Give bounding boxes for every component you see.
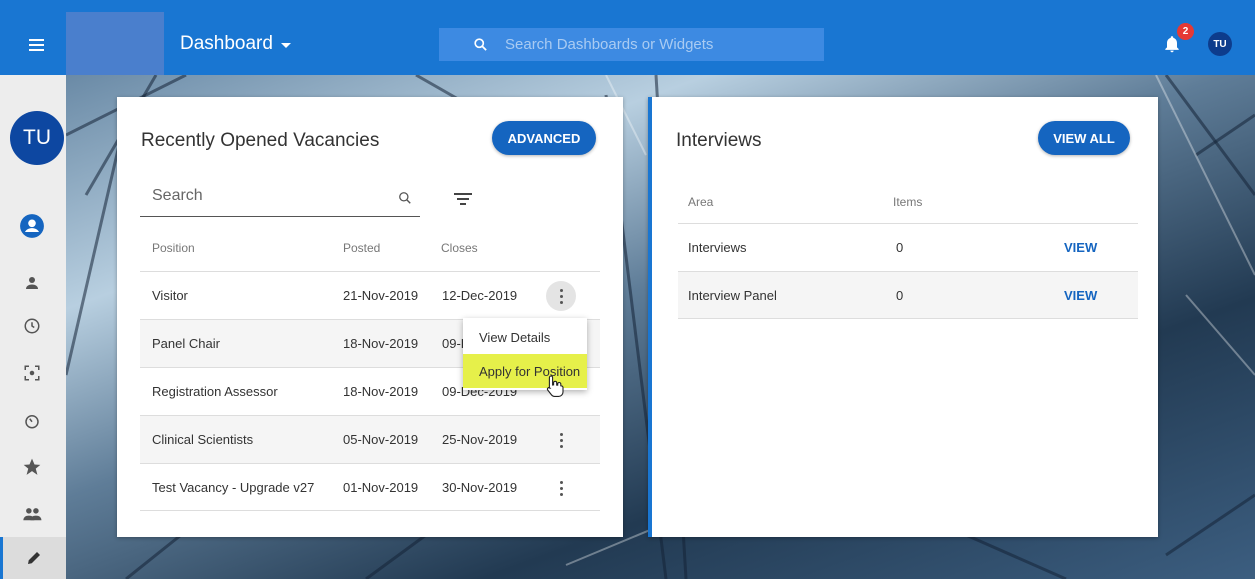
dashboard-title: Dashboard	[180, 33, 273, 54]
column-header-posted: Posted	[343, 241, 381, 255]
row-position: Panel Chair	[152, 336, 220, 351]
group-icon	[23, 508, 42, 521]
pencil-icon	[28, 552, 40, 564]
row-context-menu: View Details Apply for Position	[463, 318, 587, 390]
clock-icon	[24, 318, 40, 334]
dashboard-selector[interactable]: Dashboard	[180, 33, 291, 55]
more-vert-icon[interactable]	[546, 425, 576, 455]
more-vert-icon[interactable]	[546, 281, 576, 311]
table-row[interactable]: Clinical Scientists 05-Nov-2019 25-Nov-2…	[140, 415, 600, 463]
row-posted: 18-Nov-2019	[343, 384, 419, 399]
user-avatar[interactable]: TU	[1208, 32, 1232, 56]
vacancies-title: Recently Opened Vacancies	[141, 130, 380, 151]
interviews-widget: Interviews VIEW ALL Area Items Interview…	[648, 97, 1158, 537]
sidebar-item-favorites[interactable]	[12, 447, 52, 487]
hand-cursor-icon	[546, 375, 564, 397]
table-row[interactable]: Visitor 21-Nov-2019 12-Dec-2019	[140, 271, 600, 319]
row-position: Clinical Scientists	[152, 432, 254, 447]
column-header-position: Position	[152, 241, 195, 255]
view-all-button[interactable]: VIEW ALL	[1038, 121, 1130, 155]
timer-icon	[25, 415, 39, 429]
interviews-title: Interviews	[676, 130, 762, 151]
view-interview-panel-link[interactable]: VIEW	[1064, 288, 1097, 303]
sidebar-item-edit[interactable]	[0, 537, 66, 579]
search-icon	[474, 38, 487, 51]
row-posted: 21-Nov-2019	[343, 288, 419, 303]
person-icon	[26, 277, 38, 289]
row-closes: 25-Nov-2019	[442, 432, 518, 447]
vacancies-widget: Recently Opened Vacancies ADVANCED Posit…	[117, 97, 623, 537]
table-row: Interviews 0 VIEW	[678, 223, 1138, 271]
view-interviews-link[interactable]: VIEW	[1064, 240, 1097, 255]
row-closes: 30-Nov-2019	[442, 480, 518, 495]
search-icon[interactable]	[398, 191, 412, 205]
vacancy-search	[140, 179, 420, 217]
sidebar-item-focus[interactable]	[12, 353, 52, 393]
vacancy-search-input[interactable]	[140, 179, 370, 213]
sidebar-item-account[interactable]	[12, 206, 52, 246]
caret-down-icon	[280, 43, 291, 48]
menu-item-apply-for-position[interactable]: Apply for Position	[463, 354, 587, 388]
menu-item-view-details[interactable]: View Details	[463, 320, 587, 354]
filter-icon[interactable]	[454, 193, 474, 207]
column-header-closes: Closes	[441, 241, 478, 255]
row-position: Registration Assessor	[152, 384, 278, 399]
row-posted: 05-Nov-2019	[343, 432, 419, 447]
row-items: 0	[896, 288, 904, 303]
row-area: Interviews	[688, 240, 747, 255]
row-position: Test Vacancy - Upgrade v27	[152, 480, 315, 495]
row-position: Visitor	[152, 288, 188, 303]
row-posted: 18-Nov-2019	[343, 336, 419, 351]
focus-icon	[24, 365, 40, 381]
logo	[66, 12, 164, 75]
sidebar-item-history[interactable]	[12, 306, 52, 346]
global-search	[439, 28, 824, 61]
row-items: 0	[896, 240, 904, 255]
column-header-area: Area	[688, 195, 714, 209]
sidebar-item-timer[interactable]	[12, 401, 52, 441]
account-circle-icon	[20, 214, 44, 238]
top-app-bar: Dashboard 2 TU	[0, 0, 1255, 75]
row-area: Interview Panel	[688, 288, 777, 303]
sidebar-item-person[interactable]	[12, 263, 52, 303]
row-closes: 12-Dec-2019	[442, 288, 518, 303]
hamburger-menu-icon[interactable]	[14, 25, 54, 65]
notification-badge: 2	[1177, 23, 1194, 40]
star-icon	[23, 458, 41, 475]
column-header-items: Items	[893, 195, 923, 209]
more-vert-icon[interactable]	[546, 473, 576, 503]
global-search-input[interactable]	[471, 36, 791, 53]
row-posted: 01-Nov-2019	[343, 480, 419, 495]
table-row: Interview Panel 0 VIEW	[678, 271, 1138, 319]
advanced-button[interactable]: ADVANCED	[492, 121, 596, 155]
sidebar: TU	[0, 75, 66, 579]
sidebar-avatar[interactable]: TU	[10, 111, 64, 165]
sidebar-item-groups[interactable]	[12, 494, 52, 534]
table-row[interactable]: Test Vacancy - Upgrade v27 01-Nov-2019 3…	[140, 463, 600, 511]
